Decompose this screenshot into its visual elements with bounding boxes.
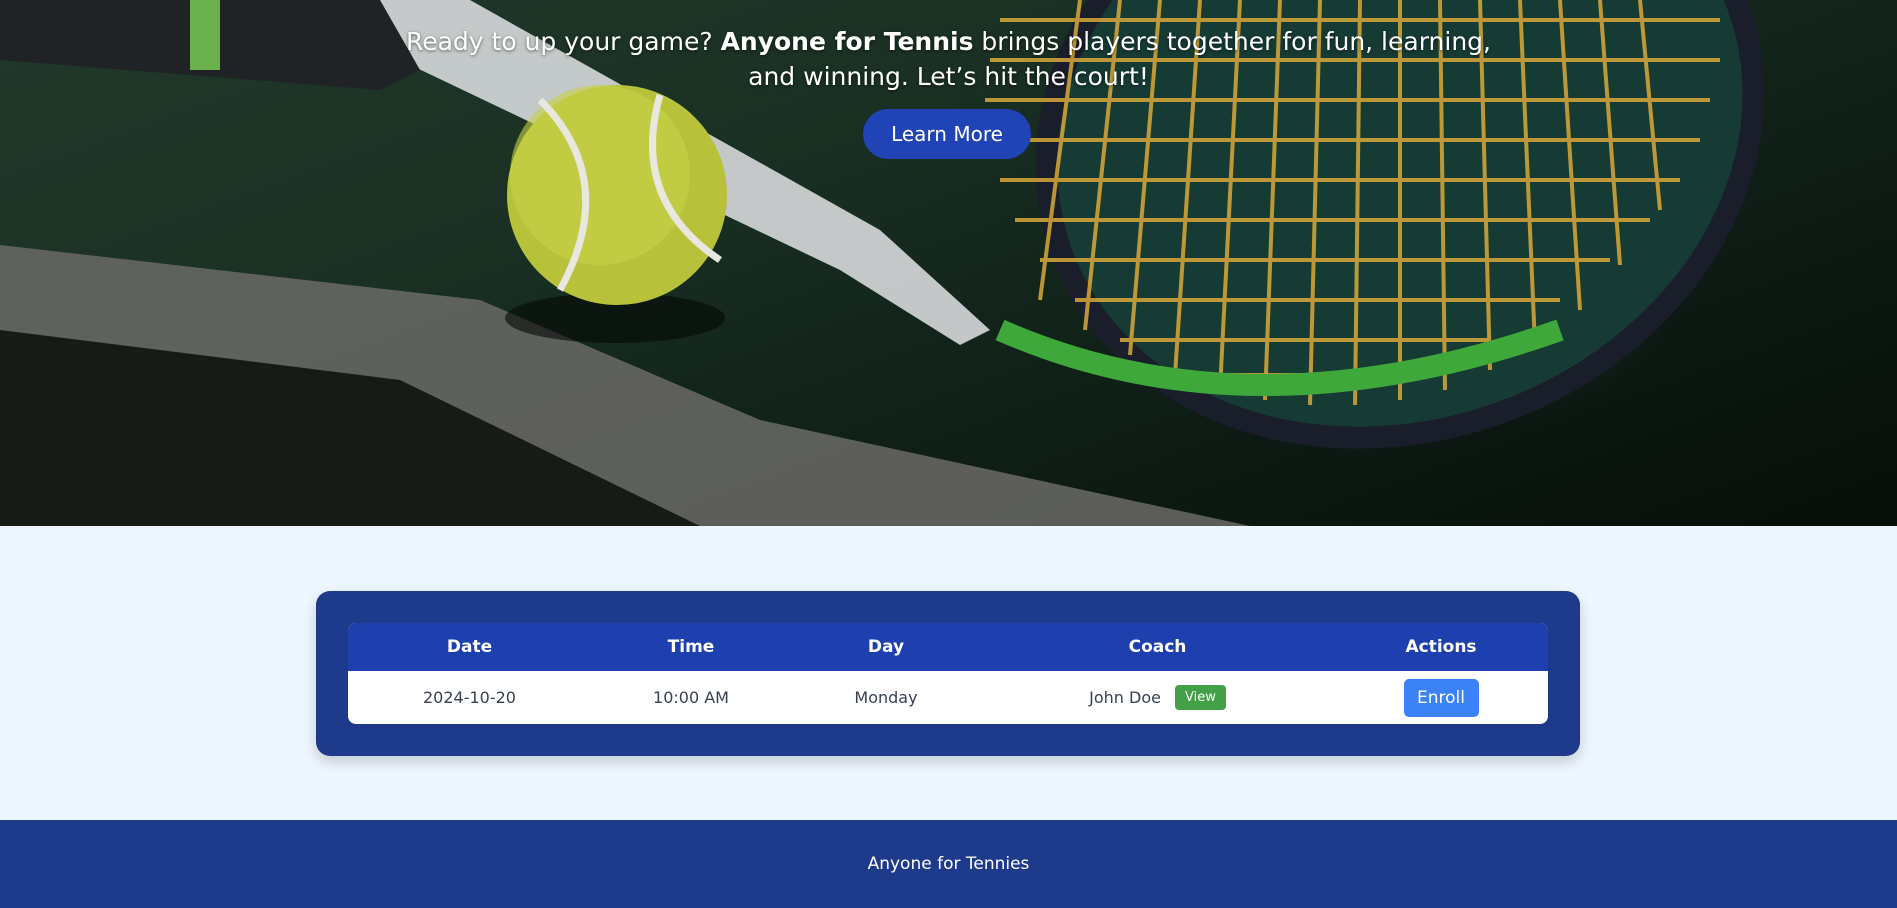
learn-more-button[interactable]: Learn More	[863, 109, 1031, 159]
table-header: Date Time Day Coach Actions	[348, 623, 1548, 671]
cell-date: 2024-10-20	[423, 688, 516, 707]
schedule-table: Date Time Day Coach Actions 2024-10-20 1…	[348, 623, 1548, 724]
footer: Anyone for Tennies	[0, 820, 1897, 908]
footer-text: Anyone for Tennies	[867, 854, 1030, 874]
cell-coach: John Doe View	[981, 671, 1334, 724]
enroll-button[interactable]: Enroll	[1403, 678, 1479, 717]
header-day: Day	[867, 637, 905, 657]
tagline-continued: brings players together for fun, learnin…	[973, 27, 1491, 56]
cell-time: 10:00 AM	[653, 688, 729, 707]
tagline-intro: Ready to up your game?	[405, 27, 721, 56]
hero-banner: Ready to up your game? Anyone for Tennis…	[0, 0, 1897, 526]
header-date: Date	[446, 637, 493, 657]
coach-name: John Doe	[1089, 688, 1161, 707]
header-time: Time	[667, 637, 715, 657]
tagline-line-2: and winning. Let’s hit the court!	[748, 62, 1149, 91]
view-coach-button[interactable]: View	[1174, 685, 1226, 710]
cell-actions: Enroll	[1334, 671, 1548, 724]
cell-day: Monday	[854, 688, 918, 707]
hero-tagline: Ready to up your game? Anyone for Tennis…	[0, 24, 1897, 94]
header-actions: Actions	[1405, 637, 1477, 657]
schedule-card: Date Time Day Coach Actions 2024-10-20 1…	[316, 591, 1580, 756]
header-coach: Coach	[1128, 637, 1187, 657]
brand-name: Anyone for Tennis	[720, 27, 974, 56]
